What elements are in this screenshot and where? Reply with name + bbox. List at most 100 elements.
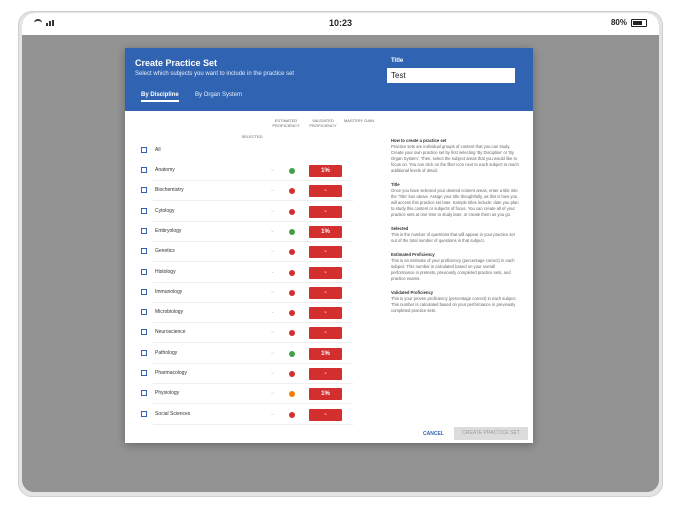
checkbox[interactable]: [141, 309, 147, 316]
dialog-header: Create Practice Set Select which subject…: [125, 48, 533, 111]
checkbox[interactable]: [141, 410, 147, 417]
col-mastery-gain: MASTERY GAIN: [343, 118, 375, 123]
chevron-down-icon[interactable]: ⌄: [270, 328, 275, 335]
title-label: Title: [391, 58, 404, 64]
estimated-proficiency-dot: [289, 350, 295, 357]
checkbox[interactable]: [141, 147, 147, 153]
row-divider: [153, 403, 353, 405]
row-divider: [153, 301, 353, 303]
checkbox[interactable]: [141, 248, 147, 255]
subject-name: All: [155, 147, 161, 153]
validated-proficiency-badge: 1%: [309, 165, 342, 177]
chevron-down-icon[interactable]: ⌄: [270, 308, 275, 315]
row-divider: [153, 362, 353, 364]
validated-proficiency-badge: 1%: [309, 225, 342, 238]
dialog-subtitle: Select which subjects you want to includ…: [135, 71, 295, 77]
checkbox[interactable]: [141, 227, 147, 234]
subject-row[interactable]: Pathology ⌄ 1%: [139, 345, 359, 365]
subject-row[interactable]: Anatomy ⌄ 1%: [139, 162, 359, 182]
checkbox[interactable]: [141, 167, 147, 173]
row-divider: [153, 200, 353, 202]
chevron-down-icon[interactable]: ⌄: [270, 288, 275, 295]
subject-row[interactable]: Embryology ⌄ 1%: [139, 223, 359, 243]
tab-by-organ-system[interactable]: By Organ System: [195, 92, 242, 98]
col-validated-proficiency: VALIDATED PROFICIENCY: [309, 118, 337, 128]
checkbox[interactable]: [141, 329, 147, 336]
status-bar: 10:23 80%: [22, 13, 659, 35]
chevron-down-icon[interactable]: ⌄: [270, 349, 275, 356]
chevron-down-icon[interactable]: ⌄: [270, 227, 275, 234]
subject-row[interactable]: Microbiology ⌄ -: [139, 304, 359, 324]
subject-name: Immunology: [155, 288, 183, 295]
subject-row[interactable]: Histology ⌄ -: [139, 264, 359, 284]
estimated-proficiency-dot: [289, 228, 295, 235]
chevron-down-icon[interactable]: ⌄: [270, 186, 275, 193]
subject-name: Histology: [155, 268, 176, 275]
row-divider: [153, 383, 353, 384]
battery-percent: 80%: [610, 18, 627, 27]
checkbox[interactable]: [141, 207, 147, 214]
subject-row[interactable]: Physiology ⌄ 1%: [139, 385, 359, 405]
dialog-footer: CANCEL CREATE PRACTICE SET: [125, 426, 533, 443]
validated-proficiency-badge: 1%: [309, 347, 342, 360]
help-body: This is an estimate of your proficiency …: [391, 258, 515, 281]
subject-row[interactable]: Cytology ⌄ -: [139, 203, 359, 223]
validated-proficiency-badge: -: [309, 368, 342, 380]
tab-by-discipline[interactable]: By Discipline: [141, 92, 179, 102]
validated-proficiency-badge: -: [309, 286, 342, 299]
subject-row[interactable]: Neuroscience ⌄ -: [139, 324, 359, 344]
subject-name: Pathology: [155, 349, 178, 356]
subject-name: Genetics: [155, 248, 175, 255]
status-time: 10:23: [328, 18, 353, 28]
estimated-proficiency-dot: [289, 188, 295, 195]
help-body: Practice sets are individual groups of c…: [391, 144, 519, 173]
subject-name: Social Sciences: [155, 410, 191, 417]
checkbox[interactable]: [141, 268, 147, 275]
row-divider: [153, 180, 353, 181]
checkbox[interactable]: [141, 288, 147, 295]
col-estimated-proficiency: ESTIMATED PROFICIENCY: [272, 118, 300, 128]
status-right: 80%: [611, 18, 647, 27]
cancel-button[interactable]: CANCEL: [423, 431, 444, 437]
subject-row[interactable]: Genetics ⌄ -: [139, 243, 359, 263]
tablet-screen: 10:23 80% Create Practice Set Select whi…: [22, 13, 659, 492]
title-input[interactable]: Test: [387, 68, 515, 83]
subject-name: Physiology: [155, 390, 180, 397]
subject-name: Cytology: [155, 207, 175, 214]
row-divider: [153, 342, 353, 344]
help-body: Once you have selected your desired cont…: [391, 188, 519, 217]
subject-row-all[interactable]: All: [139, 142, 359, 162]
checkbox[interactable]: [141, 370, 147, 376]
chevron-down-icon[interactable]: ⌄: [270, 410, 275, 417]
create-practice-set-button[interactable]: CREATE PRACTICE SET: [454, 427, 528, 440]
validated-proficiency-badge: -: [309, 307, 342, 320]
validated-proficiency-badge: 1%: [309, 388, 342, 401]
create-practice-set-dialog: Create Practice Set Select which subject…: [125, 48, 533, 443]
subject-row[interactable]: Social Sciences ⌄ -: [139, 406, 359, 426]
checkbox[interactable]: [141, 390, 147, 397]
help-body: This is your proven proficiency (percent…: [391, 296, 517, 313]
estimated-proficiency-dot: [289, 168, 295, 174]
chevron-down-icon[interactable]: ⌄: [270, 166, 275, 173]
subject-row[interactable]: Immunology ⌄ -: [139, 284, 359, 304]
dialog-title: Create Practice Set: [135, 58, 218, 68]
row-divider: [153, 261, 353, 263]
estimated-proficiency-dot: [289, 371, 295, 377]
checkbox[interactable]: [141, 349, 147, 356]
subject-name: Neuroscience: [155, 329, 186, 336]
chevron-down-icon[interactable]: ⌄: [270, 268, 275, 275]
chevron-down-icon[interactable]: ⌄: [270, 369, 275, 376]
subject-name: Anatomy: [155, 167, 175, 173]
estimated-proficiency-dot: [289, 289, 295, 296]
subject-name: Biochemistry: [155, 187, 184, 194]
help-body: This is the number of questions that wil…: [391, 232, 515, 243]
chevron-down-icon[interactable]: ⌄: [270, 389, 275, 396]
estimated-proficiency-dot: [289, 391, 295, 398]
subject-row[interactable]: Pharmacology ⌄ -: [139, 365, 359, 385]
checkbox[interactable]: [141, 187, 147, 194]
subject-row[interactable]: Biochemistry ⌄ -: [139, 182, 359, 202]
chevron-down-icon[interactable]: ⌄: [270, 207, 275, 214]
estimated-proficiency-dot: [289, 310, 295, 317]
chevron-down-icon[interactable]: ⌄: [270, 247, 275, 254]
subject-name: Pharmacology: [155, 370, 187, 376]
